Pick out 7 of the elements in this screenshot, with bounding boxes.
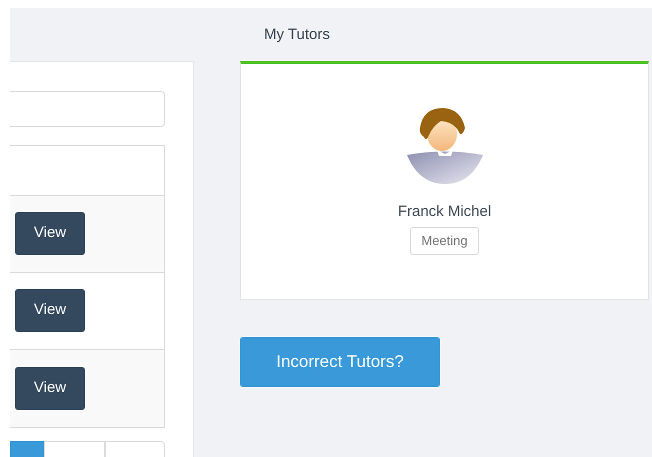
tutor-name: Franck Michel: [398, 202, 492, 222]
view-button[interactable]: View: [15, 289, 85, 332]
view-button[interactable]: View: [15, 212, 85, 256]
search-field[interactable]: [10, 91, 165, 127]
view-button[interactable]: View: [15, 366, 85, 410]
section-title: My Tutors: [264, 24, 330, 45]
role-tag: Meeting: [410, 227, 479, 255]
